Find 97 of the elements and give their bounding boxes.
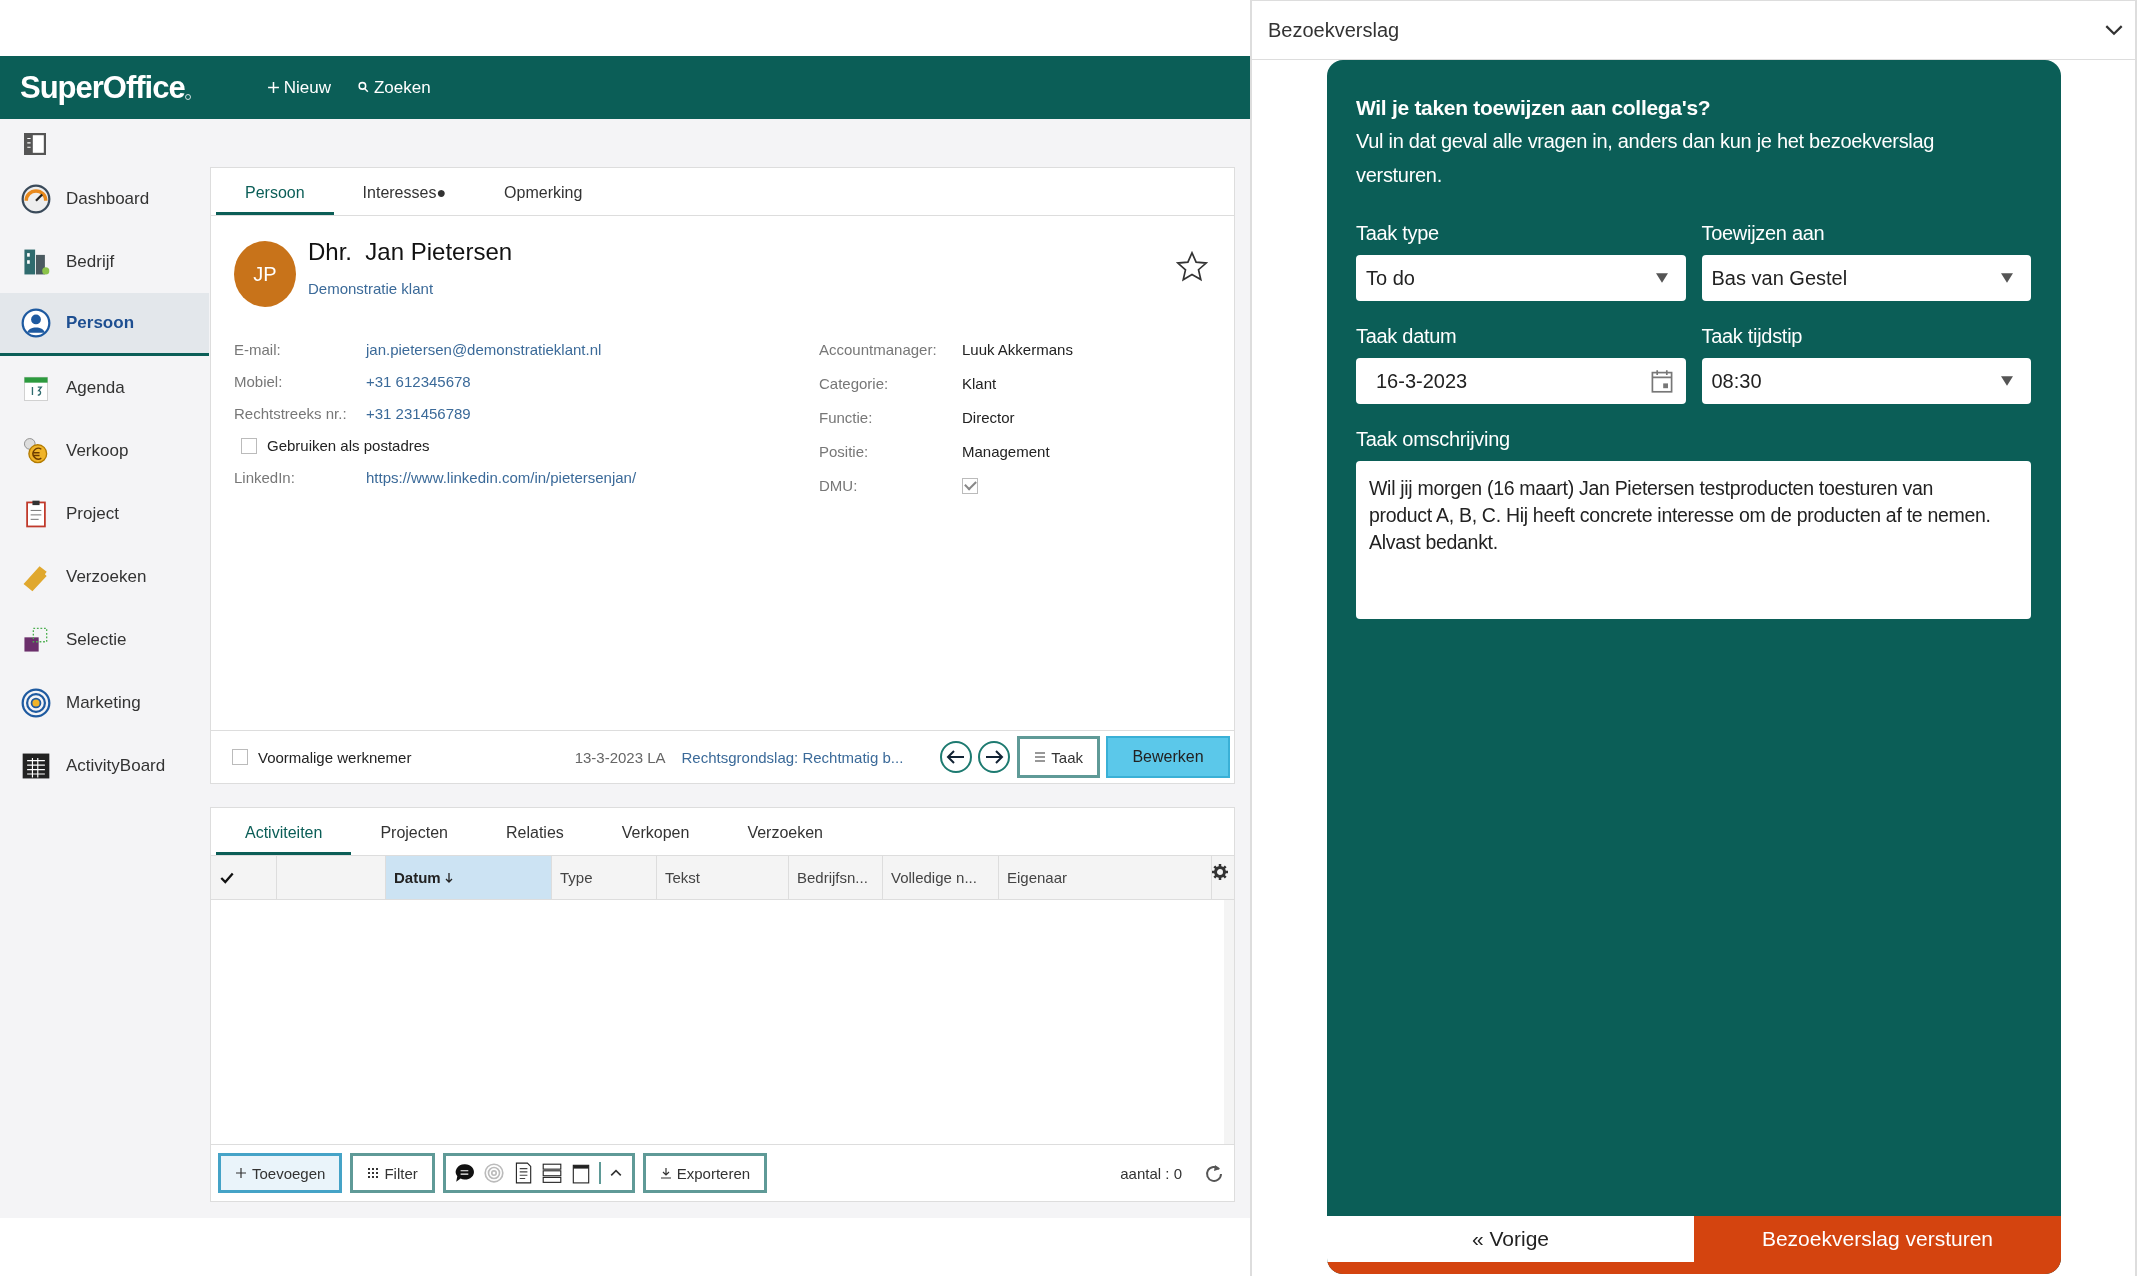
- field-value: Luuk Akkermans: [962, 341, 1073, 358]
- field-value: Director: [962, 409, 1015, 426]
- panel-title: Bezoekverslag: [1268, 18, 1400, 42]
- export-button[interactable]: Exporteren: [642, 1153, 768, 1193]
- sidebar-item[interactable]: Selectie: [0, 608, 209, 671]
- description-field[interactable]: Wil jij morgen (16 maart) Jan Pietersen testproducten toesturen van product A, B, C. Hij heeft concrete interesse om de producten af te nemen. Alvast bedankt.: [1356, 461, 2031, 619]
- scrollbar[interactable]: [1224, 900, 1234, 1144]
- dropdown[interactable]: To do: [1356, 255, 1686, 301]
- search-icon: [356, 81, 370, 94]
- checkbox[interactable]: [241, 437, 257, 454]
- checkbox-label: Voormalige werknemer: [258, 748, 412, 766]
- rows-icon[interactable]: [540, 1162, 563, 1184]
- chevron-down-icon[interactable]: [2105, 24, 2123, 36]
- field-label: Functie:: [819, 409, 874, 426]
- settings-icon[interactable]: [1212, 864, 1228, 880]
- list-icon: [1034, 751, 1047, 763]
- logo: SuperOffice: [20, 69, 191, 106]
- star-icon[interactable]: [1175, 250, 1209, 284]
- field-label: LinkedIn:: [234, 469, 296, 486]
- refresh-icon[interactable]: [1204, 1163, 1224, 1183]
- edit-button[interactable]: Bewerken: [1106, 736, 1230, 778]
- sidebar-item[interactable]: ActivityBoard: [0, 734, 209, 797]
- target-icon: [20, 686, 52, 719]
- field-value: Management: [962, 443, 1050, 460]
- field-label: Rechtstreeks nr.:: [234, 405, 348, 422]
- dropdown[interactable]: Bas van Gestel: [1701, 255, 2031, 301]
- tab[interactable]: Verzoeken: [718, 824, 852, 855]
- person-icon: [20, 307, 52, 339]
- download-icon: [659, 1167, 672, 1179]
- dropdown[interactable]: 08:30: [1701, 358, 2031, 404]
- tab[interactable]: Opmerking: [475, 184, 612, 215]
- field-link[interactable]: jan.pietersen@demonstratieklant.nl: [366, 341, 602, 358]
- add-button[interactable]: Toevoegen: [218, 1153, 343, 1193]
- checkbox[interactable]: [232, 749, 248, 765]
- field-label: Taak datum: [1356, 325, 1458, 348]
- legal-basis-link[interactable]: Rechtsgrondslag: Rechtmatig b...: [681, 748, 904, 766]
- sidebar-item[interactable]: Verzoeken: [0, 545, 209, 608]
- panel-toggle-icon[interactable]: [24, 133, 46, 155]
- sort-arrow-icon: [444, 871, 453, 884]
- field-label: DMU:: [819, 477, 859, 494]
- column-header[interactable]: Bedrijfsn...: [789, 856, 883, 899]
- field-value: Klant: [962, 375, 997, 392]
- calendar-icon: [1649, 369, 1674, 393]
- panel-header[interactable]: Bezoekverslag: [1252, 0, 2135, 60]
- tab[interactable]: Persoon: [216, 184, 334, 215]
- column-header[interactable]: Volledige n...: [883, 856, 999, 899]
- field-link[interactable]: +31 231456789: [366, 405, 471, 422]
- sidebar-item[interactable]: Agenda: [0, 356, 209, 419]
- form-heading: Wil je taken toewijzen aan collega's?: [1356, 96, 1712, 120]
- sidebar-item[interactable]: Marketing: [0, 671, 209, 734]
- caret-icon: [2001, 273, 2013, 283]
- column-header[interactable]: Type: [552, 856, 657, 899]
- field-label: Accountmanager:: [819, 341, 938, 358]
- sidebar-item[interactable]: Bedrijf: [0, 230, 209, 293]
- count-text: aantal : 0: [1120, 1164, 1182, 1182]
- field-label: Taak omschrijving: [1356, 428, 1511, 451]
- field-link[interactable]: +31 612345678: [366, 373, 471, 390]
- grid-icon: [367, 1167, 380, 1179]
- form-intro: Vul in dat geval alle vragen in, anders dan kun je het bezoekverslag versturen.: [1356, 129, 1936, 188]
- column-header[interactable]: Eigenaar: [999, 856, 1212, 899]
- registered-icon: [184, 93, 191, 100]
- field-label: Mobiel:: [234, 373, 284, 390]
- submit-button[interactable]: Bezoekverslag versturen: [1694, 1216, 2061, 1262]
- caret-icon: [2001, 376, 2013, 386]
- tab[interactable]: Verkopen: [592, 824, 719, 855]
- field-label: Categorie:: [819, 375, 890, 392]
- field-label: Taak type: [1356, 222, 1440, 245]
- plus-icon: [266, 81, 280, 94]
- header-link[interactable]: Zoeken: [356, 77, 431, 98]
- sidebar-item[interactable]: Dashboard: [0, 167, 209, 230]
- field-link[interactable]: https://www.linkedin.com/in/pietersenjan/: [366, 469, 637, 486]
- speech-bubble-icon[interactable]: [453, 1162, 476, 1184]
- caret-icon: [1655, 273, 1668, 283]
- checkbox-label: Gebruiken als postadres: [267, 437, 430, 454]
- sidebar-item[interactable]: Persoon: [0, 293, 209, 356]
- sidebar-item[interactable]: Project: [0, 482, 209, 545]
- back-button[interactable]: « Vorige: [1327, 1216, 1694, 1262]
- field-label: Toewijzen aan: [1701, 222, 1826, 245]
- task-button[interactable]: Taak: [1017, 736, 1100, 778]
- column-header[interactable]: Tekst: [657, 856, 789, 899]
- field-label: Positie:: [819, 443, 870, 460]
- person-name: Dhr. Jan Pietersen: [308, 238, 514, 266]
- dashboard-icon: [20, 182, 52, 215]
- avatar: JP: [234, 241, 296, 307]
- field-label: Taak tijdstip: [1701, 325, 1804, 348]
- sidebar-item[interactable]: Verkoop: [0, 419, 209, 482]
- header-link[interactable]: Nieuw: [266, 77, 331, 98]
- company-link[interactable]: Demonstratie klant: [308, 280, 1163, 297]
- tab[interactable]: Projecten: [351, 824, 477, 855]
- field-label: E-mail:: [234, 341, 282, 358]
- tab[interactable]: Interesses●: [333, 184, 476, 215]
- date-field[interactable]: 16-3-2023: [1356, 358, 1686, 404]
- filter-button[interactable]: Filter: [350, 1153, 435, 1193]
- plus-icon: [235, 1167, 247, 1179]
- updated-text: 13-3-2023 LA: [574, 748, 666, 766]
- tab[interactable]: Relaties: [476, 824, 593, 855]
- column-header[interactable]: Datum: [386, 856, 552, 899]
